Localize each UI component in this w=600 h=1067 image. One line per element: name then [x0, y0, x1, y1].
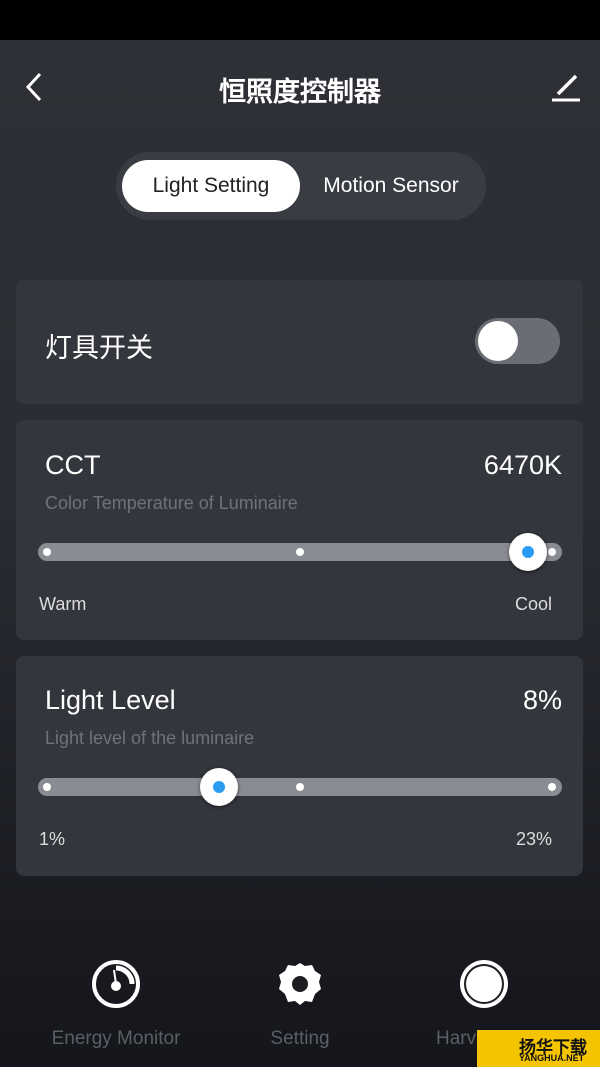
nav-label: Energy Monitor: [51, 1028, 181, 1049]
nav-label: Setting: [270, 1028, 330, 1049]
slider-dot: [43, 548, 51, 556]
slider-dot: [296, 783, 304, 791]
nav-setting[interactable]: Setting: [200, 950, 400, 1060]
level-slider-thumb[interactable]: [200, 768, 239, 806]
level-subtitle: Light level of the luminaire: [45, 728, 255, 748]
level-value: 8%: [522, 685, 562, 715]
slider-dot: [296, 548, 304, 556]
sun-icon: [460, 960, 508, 1008]
status-bar: [0, 0, 600, 40]
page-title: 恒照度控制器: [219, 77, 381, 107]
level-slider[interactable]: [38, 768, 562, 806]
nav-energy-monitor[interactable]: Energy Monitor: [16, 950, 216, 1060]
cct-max-label: Cool: [514, 594, 552, 614]
power-label: 灯具开关: [45, 333, 153, 363]
cct-min-label: Warm: [39, 594, 87, 614]
level-title: Light Level: [45, 685, 176, 715]
cct-title: CCT: [45, 450, 101, 480]
cct-slider[interactable]: [38, 533, 562, 571]
tab-light-setting[interactable]: Light Setting: [122, 160, 300, 212]
level-max-label: 23%: [515, 829, 552, 849]
edit-button[interactable]: [550, 72, 582, 104]
tab-switcher: Light Setting Motion Sensor: [116, 152, 486, 220]
watermark-logo: 扬华下载 YANGHUA.NET: [477, 1030, 600, 1067]
cct-slider-thumb[interactable]: [508, 533, 547, 571]
cct-subtitle: Color Temperature of Luminaire: [45, 493, 298, 513]
slider-dot: [548, 783, 556, 791]
cct-value: 6470K: [483, 450, 562, 480]
power-toggle[interactable]: [475, 318, 560, 364]
gauge-icon: [92, 960, 140, 1008]
slider-dot: [548, 548, 556, 556]
slider-dot: [43, 783, 51, 791]
watermark-sub: YANGHUA.NET: [519, 1053, 585, 1063]
gear-icon: [279, 963, 321, 1005]
tab-motion-sensor[interactable]: Motion Sensor: [306, 160, 476, 212]
level-min-label: 1%: [39, 829, 66, 849]
